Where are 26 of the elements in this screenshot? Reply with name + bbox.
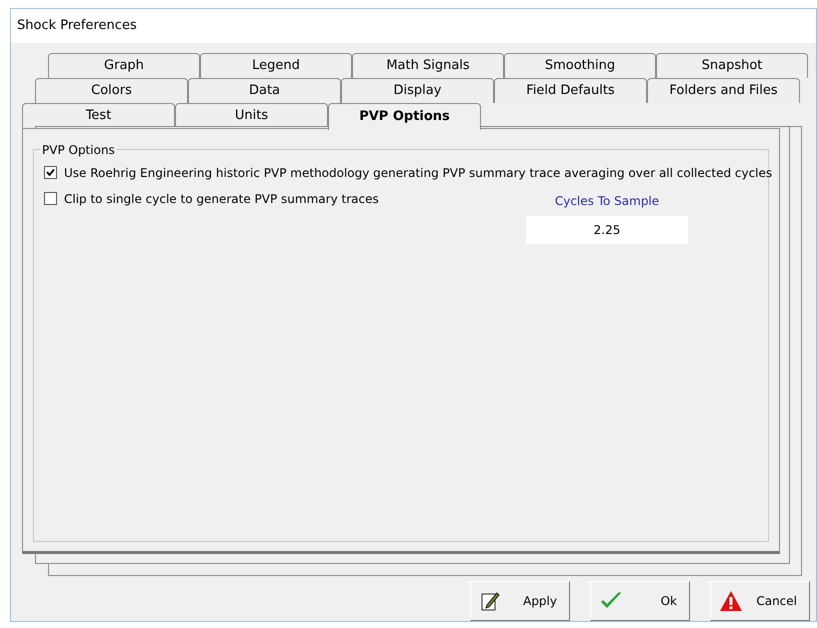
tab[interactable]: PVP Options (328, 102, 481, 130)
ok-button[interactable]: Ok (590, 581, 690, 621)
notepad-pencil-icon (479, 590, 501, 612)
tab[interactable]: Graph (48, 52, 200, 78)
tab[interactable]: Data (188, 78, 341, 103)
tab[interactable]: Math Signals (352, 52, 504, 78)
checkbox[interactable] (44, 192, 57, 206)
window-title: Shock Preferences (17, 17, 137, 36)
warning-icon (719, 590, 743, 612)
tab[interactable]: Smoothing (504, 52, 656, 78)
apply-button[interactable]: Apply (470, 581, 570, 621)
tab[interactable]: Test (22, 102, 175, 128)
tab[interactable]: Colors (35, 78, 188, 103)
tab[interactable]: Units (175, 102, 328, 128)
tab[interactable]: Folders and Files (647, 78, 800, 103)
tab[interactable]: Legend (200, 52, 352, 78)
checkbox[interactable] (44, 166, 57, 180)
cycles-input-field[interactable]: 2.25 (526, 216, 688, 244)
check-icon (46, 168, 55, 178)
checkbox-label: Clip to single cycle to generate PVP summary traces (64, 190, 379, 208)
field-label: Cycles To Sample (554, 192, 660, 210)
cancel-button[interactable]: Cancel (710, 581, 810, 621)
tab[interactable]: Field Defaults (494, 78, 647, 103)
tab[interactable]: Display (341, 78, 494, 103)
tab[interactable]: Snapshot (656, 52, 808, 78)
checkbox-label: Use Roehrig Engineering historic PVP methodology generating PVP summary trace averaging over all collected cycles (64, 164, 772, 182)
